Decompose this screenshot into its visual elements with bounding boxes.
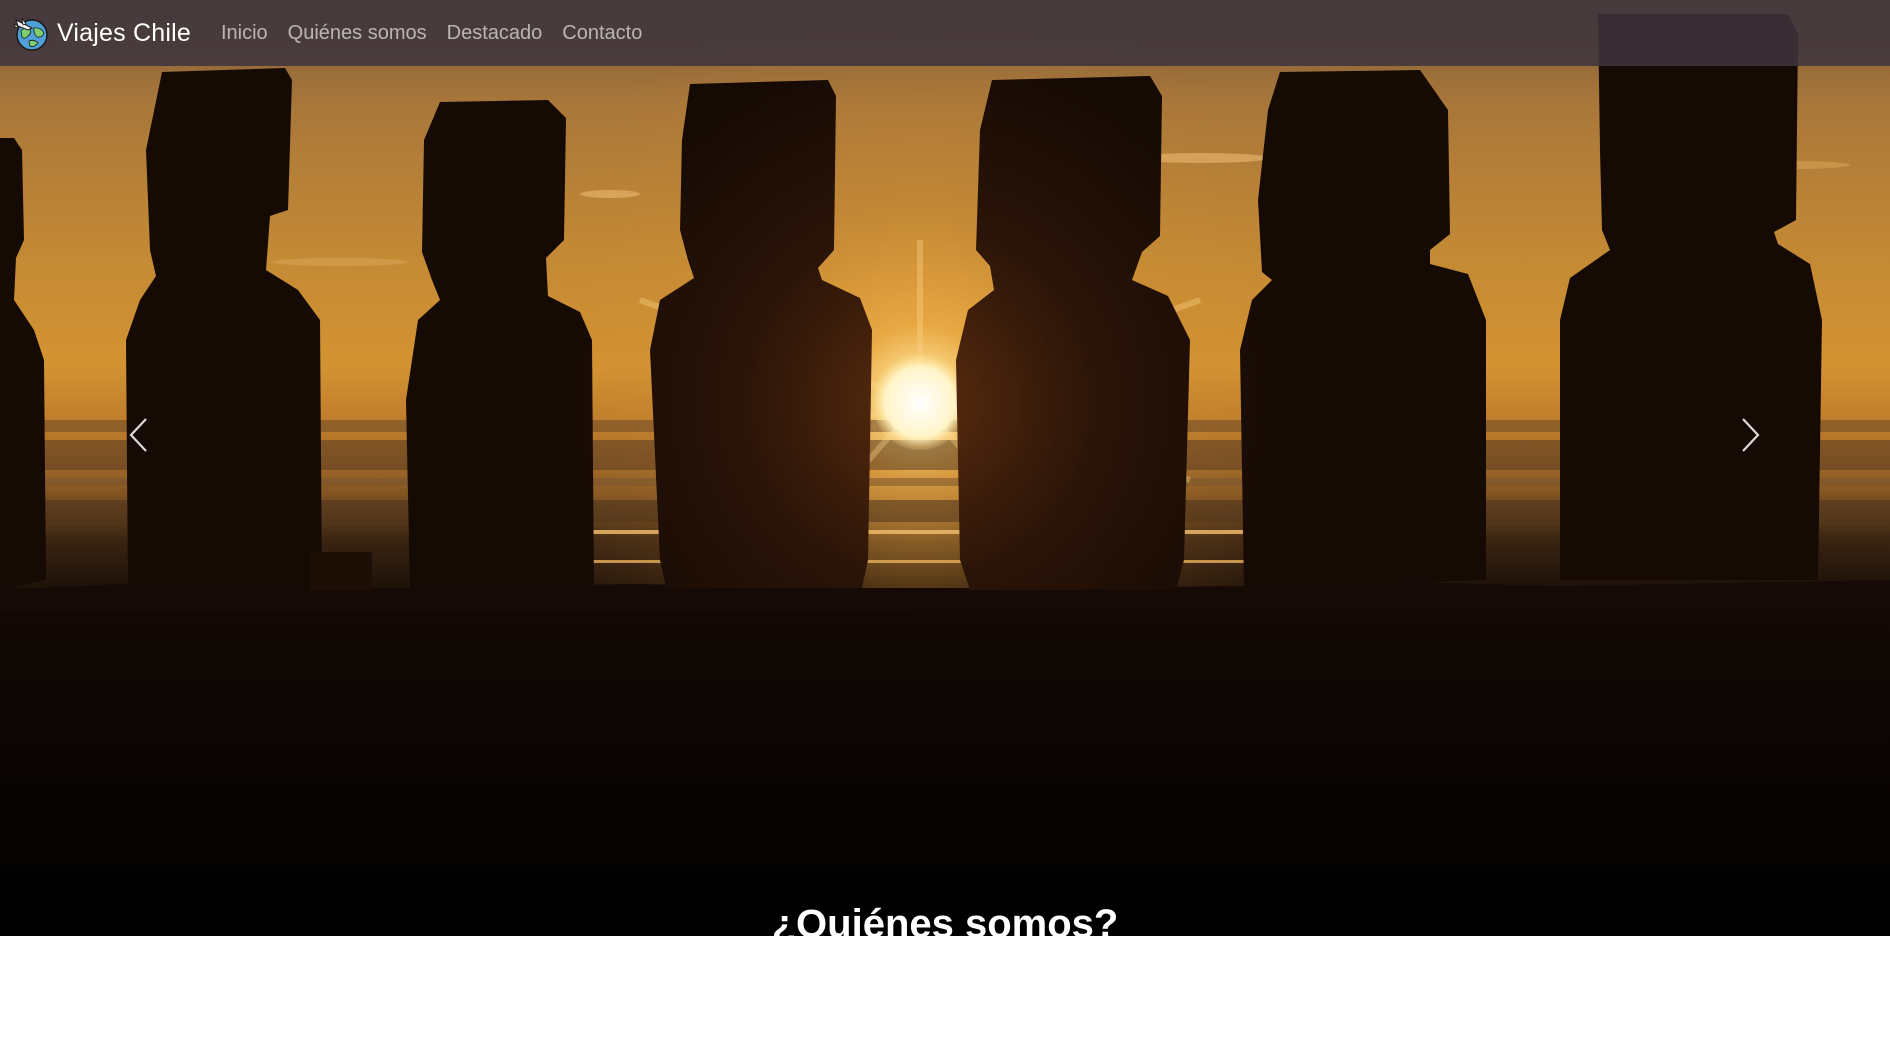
nav-link-contacto[interactable]: Contacto [562,22,642,45]
nav-link-destacado[interactable]: Destacado [447,22,543,45]
nav-link-quienes-somos[interactable]: Quiénes somos [288,22,427,45]
chevron-left-icon [129,418,147,452]
brand-name: Viajes Chile [57,18,191,47]
globe-airplane-logo-icon [13,17,48,51]
hero-carousel [0,0,1890,871]
chevron-right-icon [1742,418,1760,452]
page: Viajes Chile Inicio Quiénes somos Destac… [0,0,1890,1045]
carousel-next-button[interactable] [1711,395,1791,475]
about-section-title: ¿Quiénes somos? [771,902,1119,936]
nav-links: Inicio Quiénes somos Destacado Contacto [221,22,662,45]
top-navbar: Viajes Chile Inicio Quiénes somos Destac… [0,0,1890,66]
brand-link[interactable]: Viajes Chile [12,14,191,52]
page-body-background [0,936,1890,1045]
carousel-prev-button[interactable] [98,395,178,475]
nav-link-inicio[interactable]: Inicio [221,22,268,45]
hero-image-moai-sunset [0,0,1890,871]
